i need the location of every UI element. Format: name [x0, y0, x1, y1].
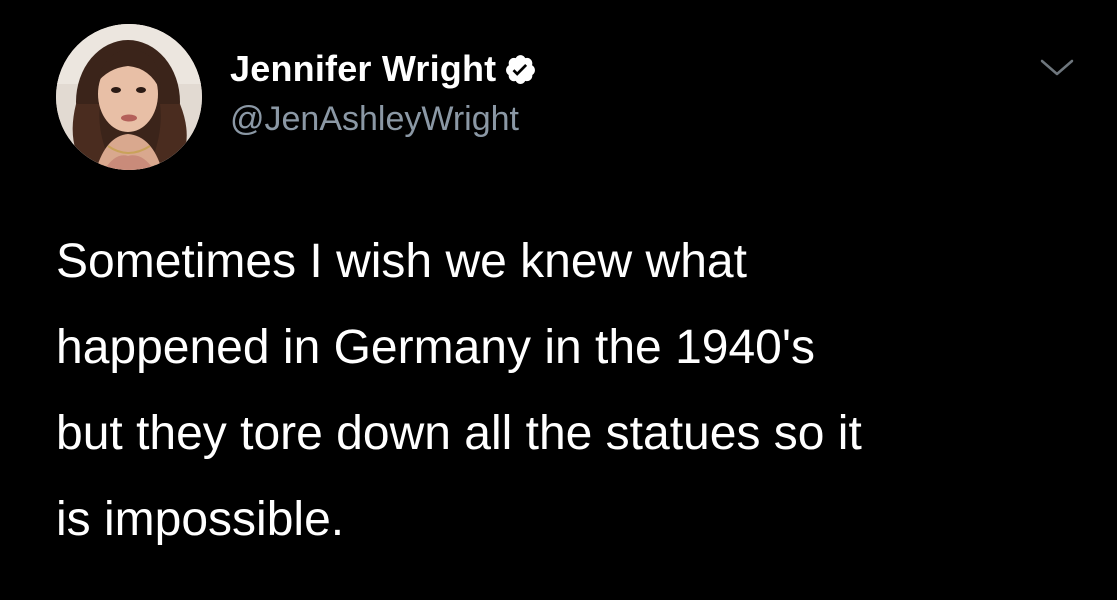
tweet-header: Jennifer Wright @JenAshleyWright	[56, 24, 1076, 174]
tweet-card: Jennifer Wright @JenAshleyWright Sometim…	[0, 0, 1117, 600]
display-name[interactable]: Jennifer Wright	[230, 48, 496, 90]
tweet-text: Sometimes I wish we knew what happened i…	[56, 235, 862, 546]
author-names: Jennifer Wright @JenAshleyWright	[230, 46, 537, 139]
chevron-down-icon[interactable]	[1038, 56, 1076, 80]
avatar[interactable]	[56, 24, 202, 170]
author-handle[interactable]: @JenAshleyWright	[230, 100, 537, 139]
verified-badge-icon	[504, 53, 537, 86]
profile-photo-icon	[56, 24, 202, 170]
display-name-row: Jennifer Wright	[230, 46, 537, 92]
